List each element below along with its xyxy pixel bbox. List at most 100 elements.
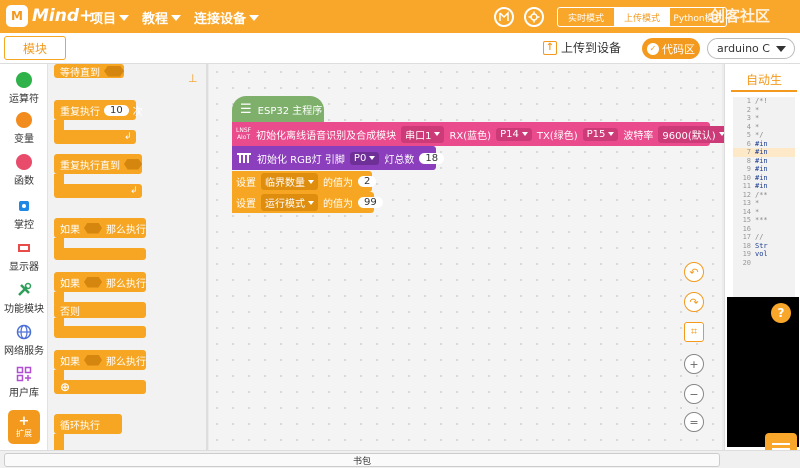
pin-icon[interactable]: ⊥ [188,72,198,85]
palette-block-forever[interactable]: 循环执行 [54,414,122,434]
block-label: 否则 [60,306,80,318]
line-number: 8 [746,156,751,165]
operators-dot-icon [16,72,32,88]
realtime-mode-tab[interactable]: 实时模式 [558,8,614,26]
bottom-bar: 书包 [0,450,800,468]
block-palette: ⊥ 等待直到 重复执行 10 次 ↲ 重复执行直到 ↲ 如果 那么执行 如果 那… [48,64,208,450]
category-label: 用户库 [9,388,39,399]
site-watermark: 创客社区 [710,7,771,25]
code-area-toggle[interactable]: ✓ 代码区 [642,38,700,59]
upload-to-device-button[interactable]: ↑ 上传到设备 [543,39,621,56]
menu-connect-device[interactable]: 连接设备 [194,8,260,27]
block-arm [54,434,64,450]
board-select[interactable]: arduino C [707,38,795,59]
help-icon[interactable]: ? [771,303,791,323]
rgb-pin-dropdown[interactable]: P0 [349,151,380,165]
chevron-down-icon [775,45,786,52]
category-function-modules[interactable]: 功能模块 [0,282,48,322]
code-line: *** [755,216,768,224]
line-number: 7 [746,148,751,156]
upload-label: 上传到设备 [561,41,622,55]
variable-dropdown[interactable]: 运行模式 [261,194,318,211]
category-label: 显示器 [9,262,39,273]
upload-mode-tab[interactable]: 上传模式 [614,8,670,26]
hat-label: ESP32 主程序 [257,105,323,117]
code-line: vol [755,250,768,258]
extension-button[interactable]: + 扩展 [8,410,40,444]
block-label: 那么执行 [106,224,146,236]
block-label: 设置 [236,178,256,189]
main-program-hat-block[interactable]: ☰ ESP32 主程序 [232,96,324,122]
code-line: * [755,207,760,216]
extension-label: 扩展 [16,429,32,438]
value-input[interactable]: 2 [358,176,377,187]
redo-icon[interactable]: ↷ [684,292,704,312]
variable-dropdown[interactable]: 临界数量 [261,173,318,190]
serial-console[interactable]: ? [727,297,799,465]
board-select-value: arduino C [717,42,770,55]
category-network[interactable]: 网络服务 [0,324,48,364]
grid-icon [16,366,32,382]
category-label: 函数 [14,176,34,187]
palette-block-repeat[interactable]: 重复执行 10 次 [54,100,143,120]
palette-block-if[interactable]: 如果 那么执行 [54,218,146,238]
category-operators[interactable]: 运算符 [0,72,48,112]
condition-slot [84,276,102,288]
dropdown-value: P15 [586,128,606,140]
line-number: 17 [742,233,751,241]
category-display[interactable]: 显示器 [0,240,48,280]
undo-icon[interactable]: ↶ [684,262,704,282]
condition-slot [124,158,142,170]
logo-text: Mind+ [32,6,94,26]
palette-block-if-else-end[interactable] [54,326,146,338]
init-rgb-led-block[interactable]: 初始化 RGB灯 引脚 P0 灯总数 18 [232,146,445,170]
palette-block-repeat-until[interactable]: 重复执行直到 [54,154,142,174]
category-variables[interactable]: 变量 [0,112,48,152]
tab-auto-generate[interactable]: 自动生 [731,68,797,92]
rx-pin-dropdown[interactable]: P14 [496,127,532,141]
palette-scrollbar[interactable] [206,64,207,450]
baud-label: 波特率 [623,130,654,142]
category-controller[interactable]: 掌控 [0,198,48,238]
line-number: 5 [746,131,751,139]
serial-port-dropdown[interactable]: 串口1 [401,125,445,143]
reset-zoom-icon[interactable]: = [684,412,704,432]
dropdown-value: 9600(默认) [662,130,716,142]
chevron-down-icon [608,132,615,136]
init-voice-module-block[interactable]: LNSF AIoT 初始化离线语音识别及合成模块 串口1 RX(蓝色) P14 … [232,122,729,146]
palette-block-if-elseif-end[interactable]: ⊕ [54,380,146,394]
menu-label: 项目 [90,12,117,27]
set-variable-block[interactable]: 设置 临界数量 的值为 2 [232,171,377,192]
tab-modules[interactable]: 模块 [4,36,66,60]
add-branch-icon[interactable]: ⊕ [60,380,70,394]
category-label: 掌控 [14,220,34,231]
zoom-in-icon[interactable]: + [684,354,704,374]
settings-icon[interactable] [524,7,544,27]
palette-block-else[interactable]: 否则 [54,302,146,318]
baud-rate-dropdown[interactable]: 9600(默认) [658,125,729,143]
set-variable-block[interactable]: 设置 运行模式 的值为 99 [232,192,383,213]
tx-pin-dropdown[interactable]: P15 [582,127,619,141]
palette-block-if-else[interactable]: 如果 那么执行 [54,272,146,292]
block-label: 重复执行直到 [60,160,120,172]
category-user-library[interactable]: 用户库 [0,366,48,406]
value-input[interactable]: 99 [358,197,383,208]
code-area-label: 代码区 [662,42,695,56]
palette-block-repeat-end[interactable]: ↲ [54,130,136,144]
category-functions[interactable]: 函数 [0,154,48,194]
loop-arrow-icon: ↲ [124,132,132,142]
backpack-button[interactable]: 书包 [4,453,720,467]
menu-tutorial[interactable]: 教程 [142,8,182,27]
palette-block-wait-until[interactable]: 等待直到 [54,64,124,79]
line-number: 2 [746,105,751,114]
zoom-out-icon[interactable]: − [684,384,704,404]
crop-icon[interactable]: ⌗ [684,322,704,342]
led-count-input[interactable]: 18 [419,152,445,164]
palette-block-if-elseif[interactable]: 如果 那么执行 [54,350,146,370]
palette-block-if-end[interactable] [54,248,146,260]
palette-block-repeat-until-end[interactable]: ↲ [54,184,142,198]
tutorial-icon[interactable] [494,7,514,27]
repeat-count-input[interactable]: 10 [104,104,129,116]
category-label: 网络服务 [4,346,44,357]
menu-project[interactable]: 项目 [90,8,130,27]
